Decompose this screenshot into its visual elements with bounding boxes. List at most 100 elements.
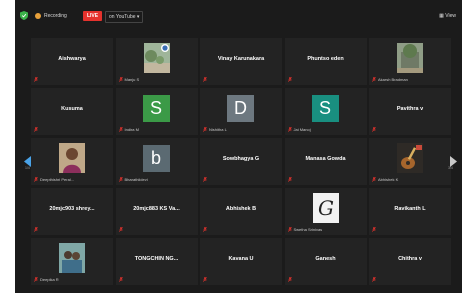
mic-muted-icon[interactable] — [203, 77, 207, 82]
participant-tile[interactable]: b Bharathiidevi — [115, 138, 198, 185]
participant-caption: Deepika R — [40, 277, 59, 282]
shield-icon[interactable] — [20, 11, 28, 20]
participant-name: Vinay Karunakara — [217, 56, 265, 62]
participant-name: Sowbhagya G — [222, 156, 260, 162]
view-label: View — [445, 13, 456, 19]
participant-tile[interactable]: Phuntso eden — [284, 38, 367, 85]
participant-tile[interactable]: Kavana U — [200, 238, 282, 285]
participant-tile[interactable]: Manju S — [115, 38, 198, 85]
avatar: S — [142, 95, 170, 122]
participant-tile[interactable]: 20mjc883 KS Va... — [115, 188, 198, 235]
participant-caption: Manju S — [124, 77, 140, 82]
participant-tile[interactable]: Manasa Gowda — [284, 138, 367, 185]
mic-muted-icon[interactable] — [34, 77, 38, 82]
participant-name: Manasa Gowda — [305, 156, 346, 162]
youtube-label: on YouTube — [109, 14, 136, 20]
participant-tile[interactable]: Chithra v — [369, 238, 451, 285]
mic-muted-icon[interactable] — [34, 127, 38, 132]
mic-muted-icon[interactable] — [203, 177, 207, 182]
mic-muted-icon[interactable] — [287, 227, 292, 232]
participant-name: Phuntso eden — [307, 56, 344, 62]
mic-muted-icon[interactable] — [287, 277, 292, 282]
participant-name: Pavithra v — [396, 106, 424, 112]
park-photo — [143, 43, 170, 73]
svg-text:G: G — [318, 196, 334, 220]
mic-muted-icon[interactable] — [118, 277, 123, 282]
recording-label[interactable]: Recording — [44, 12, 67, 20]
view-button[interactable]: ▦ View — [439, 11, 456, 21]
participant-caption: Deepthishri Peral... — [40, 177, 75, 182]
meeting-window: Recording LIVE on YouTube ▾ ▦ View Aishw… — [15, 0, 462, 293]
mic-muted-icon[interactable] — [118, 227, 123, 232]
participant-tile[interactable]: Vinay Karunakara — [200, 38, 282, 85]
participant-name: Ravikanth L — [394, 206, 426, 212]
mic-muted-icon[interactable] — [34, 177, 38, 182]
mic-muted-icon[interactable] — [287, 77, 292, 82]
mic-muted-icon[interactable] — [34, 227, 38, 232]
participant-tile[interactable]: Kusuma — [31, 88, 113, 135]
participant-tile[interactable]: S Jai Manoj — [284, 88, 367, 135]
person-photo — [59, 143, 85, 173]
mic-muted-icon[interactable] — [287, 177, 292, 182]
avatar: S — [311, 95, 339, 122]
participant-name: Ganesh — [315, 256, 336, 262]
avatar: b — [142, 145, 170, 172]
recording-dot-icon — [35, 13, 41, 19]
next-page-button[interactable]: 3/4 — [448, 154, 457, 172]
participant-tile[interactable]: D Nishitha L — [200, 88, 282, 135]
participant-name: Kavana U — [228, 256, 254, 262]
youtube-button[interactable]: on YouTube ▾ — [105, 11, 144, 23]
live-badge[interactable]: LIVE — [83, 11, 102, 21]
mic-muted-icon[interactable] — [203, 227, 207, 232]
mic-muted-icon[interactable] — [203, 277, 207, 282]
group-photo — [59, 243, 85, 273]
participant-caption: Nishitha L — [209, 127, 227, 132]
participant-name: Abhishek B — [225, 206, 257, 212]
mic-muted-icon[interactable] — [372, 127, 376, 132]
mic-muted-icon[interactable] — [287, 127, 292, 132]
avatar: D — [227, 95, 254, 122]
participant-tile[interactable]: 20mjc903 shrey... — [31, 188, 113, 235]
letter-g-image: G — [312, 193, 339, 223]
page-indicator-right: 3/4 — [448, 166, 453, 170]
mic-muted-icon[interactable] — [118, 77, 123, 82]
participant-name: Aishwarya — [58, 56, 86, 62]
page-indicator-left: 1/4 — [25, 166, 30, 170]
participant-tile[interactable]: TONGCHIN NG... — [115, 238, 198, 285]
mic-muted-icon[interactable] — [118, 177, 123, 182]
participant-tile[interactable]: Ganesh — [284, 238, 367, 285]
previous-page-button[interactable]: 1/4 — [24, 154, 32, 172]
participant-caption: Swetha Srinivas — [293, 227, 323, 232]
participant-caption: Akarsh Bradman — [378, 77, 408, 82]
mic-muted-icon[interactable] — [372, 227, 376, 232]
participant-tile[interactable]: Abhishek B — [200, 188, 282, 235]
mic-muted-icon[interactable] — [372, 77, 376, 82]
mic-muted-icon[interactable] — [372, 177, 376, 182]
participant-tile[interactable]: Sowbhagya G — [200, 138, 282, 185]
participant-name: TONGCHIN NG... — [134, 256, 179, 262]
guitar-photo — [397, 143, 423, 173]
participant-tile[interactable]: Deepika R — [31, 238, 113, 285]
participant-tile[interactable]: G Swetha Srinivas — [284, 188, 367, 235]
participant-name: Chithra v — [398, 256, 422, 262]
mic-muted-icon[interactable] — [372, 277, 376, 282]
building-photo — [397, 43, 423, 73]
mic-muted-icon[interactable] — [203, 127, 207, 132]
participant-caption: Jai Manoj — [293, 127, 311, 132]
participant-caption: Bharathiidevi — [124, 177, 148, 182]
participant-grid: Aishwarya Manju S Vinay Karunakara Phuntso … — [31, 38, 451, 288]
participant-tile[interactable]: S Indira M — [115, 88, 198, 135]
participant-tile[interactable]: Aishwarya — [31, 38, 113, 85]
participant-name: 20mjc883 KS Va... — [133, 206, 180, 212]
participant-tile[interactable]: Ravikanth L — [369, 188, 451, 235]
participant-tile[interactable]: Akarsh Bradman — [369, 38, 451, 85]
participant-tile[interactable]: Deepthishri Peral... — [31, 138, 113, 185]
mic-muted-icon[interactable] — [34, 277, 38, 282]
top-bar: Recording LIVE on YouTube ▾ ▦ View — [15, 0, 462, 36]
participant-caption: Indira M — [124, 127, 139, 132]
participant-tile[interactable]: Pavithra v — [369, 88, 451, 135]
participant-name: Kusuma — [61, 106, 83, 112]
participant-tile[interactable]: Abhishek K — [369, 138, 451, 185]
participant-name: 20mjc903 shrey... — [49, 206, 95, 212]
mic-muted-icon[interactable] — [118, 127, 123, 132]
